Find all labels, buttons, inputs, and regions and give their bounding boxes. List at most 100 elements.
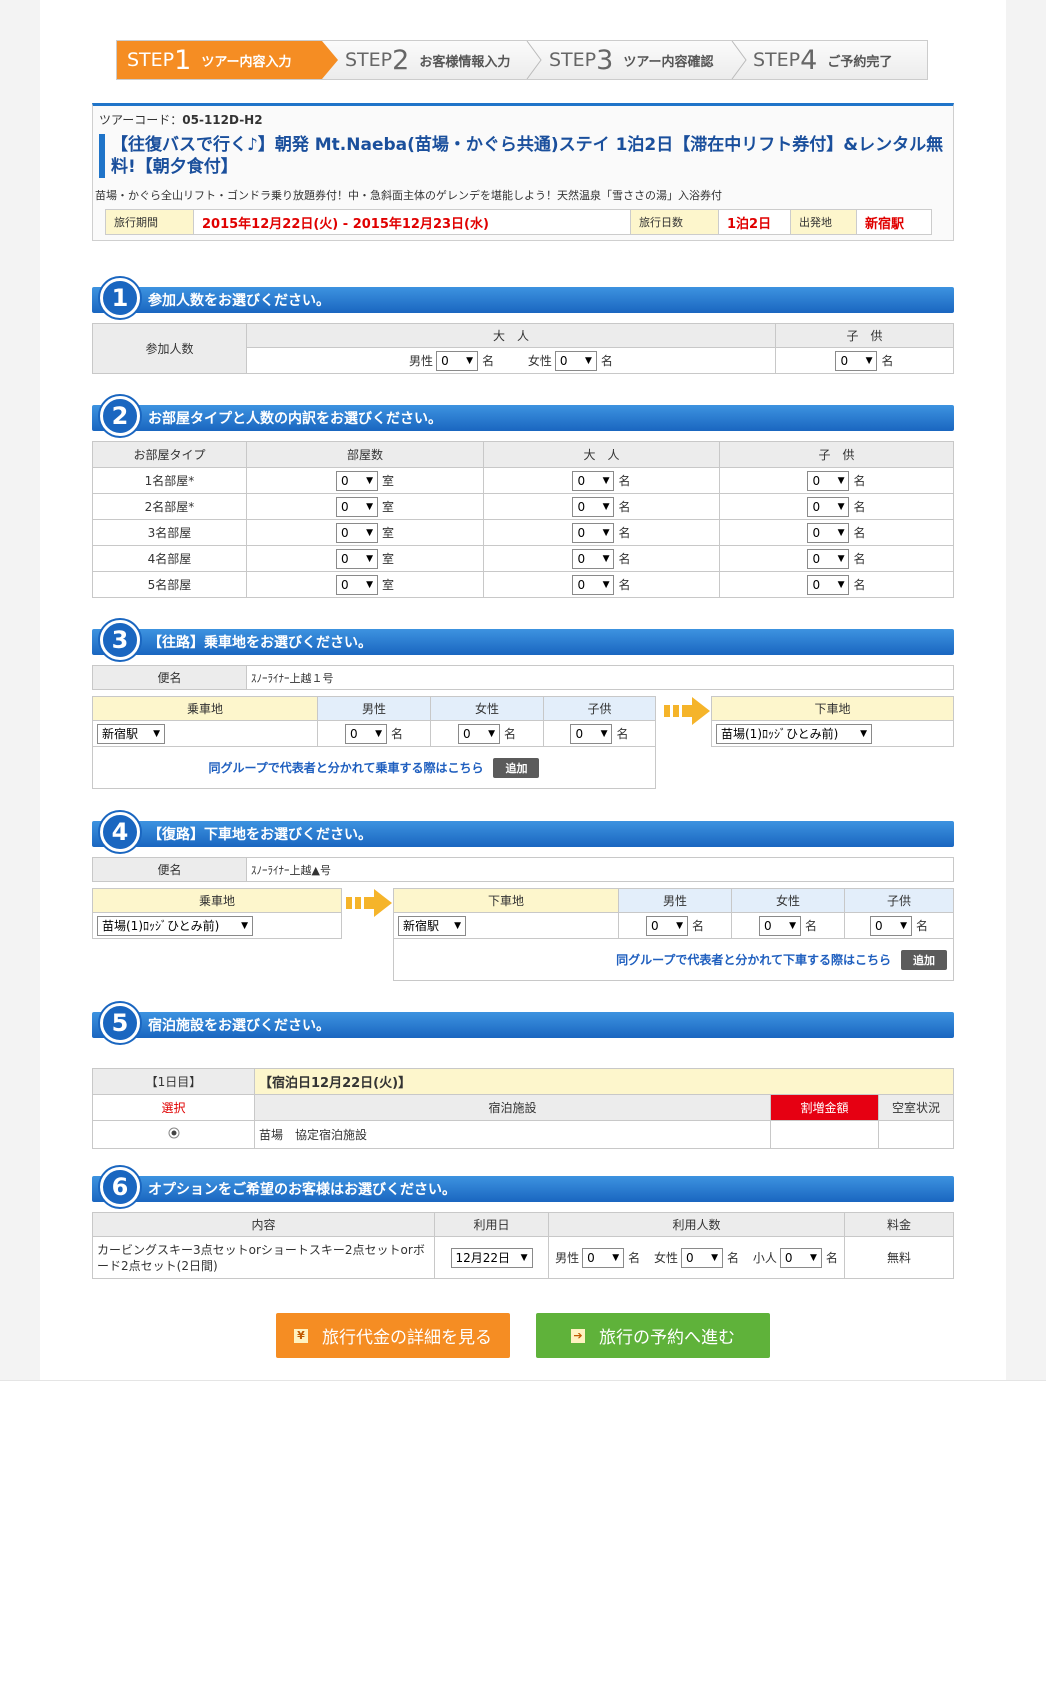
facility-radio[interactable] [168, 1127, 180, 1139]
room-adult-select[interactable]: 0 ▼ [572, 522, 615, 543]
outbound-group-link[interactable]: 同グループで代表者と分かれて乗車する際はこちら [209, 761, 484, 775]
return-group-link[interactable]: 同グループで代表者と分かれて下車する際はこちら [616, 953, 891, 967]
dropdown-arrow-icon: ▼ [466, 355, 474, 366]
room-adult-select[interactable]: 0 ▼ [572, 548, 615, 569]
child-select[interactable]: 0 ▼ [570, 723, 613, 744]
dropdown-arrow-icon: ▼ [366, 501, 373, 512]
section-3-header: 3 【往路】乗車地をお選びください。 [92, 620, 954, 660]
outbound-add-button[interactable]: 追加 [493, 757, 540, 778]
dropdown-arrow-icon: ▼ [366, 579, 373, 590]
child-header: 子供 [844, 888, 954, 913]
section-5-header: 5 宿泊施設をお選びください。 [92, 1003, 954, 1043]
room-child-select[interactable]: 0 ▼ [807, 548, 850, 569]
dropdown-arrow-icon: ▼ [375, 728, 382, 739]
room-count-select[interactable]: 0 ▼ [335, 574, 378, 595]
vacancy-header: 空室状況 [878, 1094, 954, 1121]
tour-meta-table: 旅行期間 2015年12月22日(火) - 2015年12月23日(水) 旅行日… [105, 209, 932, 235]
arrow-right-icon [664, 697, 710, 725]
adult-female-select[interactable]: 0 ▼ [554, 350, 597, 371]
return-bus-table: 便名 ｽﾉｰﾗｲﾅｰ上越▲号 [92, 857, 954, 882]
room-type: 1名部屋* [92, 467, 247, 494]
section-4-header: 4 【復路】下車地をお選びください。 [92, 812, 954, 852]
adult-male-select[interactable]: 0 ▼ [436, 350, 479, 371]
room-child-select[interactable]: 0 ▼ [807, 522, 850, 543]
adult-header: 大 人 [246, 323, 776, 348]
section-2-header: 2 お部屋タイプと人数の内訳をお選びください。 [92, 396, 954, 436]
bus-name-value: ｽﾉｰﾗｲﾅｰ上越１号 [246, 665, 954, 690]
content-header: 内容 [92, 1212, 435, 1237]
room-child-select[interactable]: 0 ▼ [807, 574, 850, 595]
option-date-select[interactable]: 12月22日 ▼ [450, 1247, 533, 1268]
people-header: 利用人数 [548, 1212, 845, 1237]
tour-subtitle: 苗場・かぐら全山リフト・ゴンドラ乗り放題券付！中・急斜面主体のゲレンデを堪能しよ… [95, 189, 722, 202]
bus-name-label: 便名 [92, 857, 247, 882]
dropdown-arrow-icon: ▼ [711, 1252, 718, 1263]
room-row: 4名部屋 0 ▼ 室 0 ▼ 名 0 ▼ 名 [92, 545, 954, 572]
dropdown-arrow-icon: ▼ [602, 475, 610, 486]
boarding-header: 乗車地 [92, 696, 318, 721]
dropdown-arrow-icon: ▼ [809, 1252, 817, 1263]
room-adult-select[interactable]: 0 ▼ [572, 574, 615, 595]
surcharge-header: 割増金額 [770, 1094, 879, 1121]
dropdown-arrow-icon: ▼ [366, 553, 373, 564]
alight-select[interactable]: 新宿駅 ▼ [398, 915, 466, 936]
option-kid-select[interactable]: 0 ▼ [779, 1247, 822, 1268]
room-adult-select[interactable]: 0 ▼ [572, 496, 615, 517]
dropdown-arrow-icon: ▼ [153, 728, 160, 739]
days-label: 旅行日数 [630, 209, 719, 235]
male-header: 男性 [618, 888, 732, 913]
room-count-select[interactable]: 0 ▼ [335, 470, 378, 491]
dropdown-arrow-icon: ▼ [488, 728, 495, 739]
room-count-header: 部屋数 [246, 441, 484, 468]
child-select[interactable]: 0 ▼ [835, 350, 878, 371]
room-count-select[interactable]: 0 ▼ [335, 496, 378, 517]
arrow-right-icon [346, 889, 392, 917]
stay-date: 【宿泊日12月22日(火)】 [254, 1068, 954, 1095]
dropdown-arrow-icon: ▼ [789, 920, 796, 931]
tour-title: 【往復バスで行く♪】朝発 Mt.Naeba(苗場・かぐら共通)ステイ 1泊2日【… [99, 134, 949, 178]
step-1: STEP 1 ツアー内容入力 [117, 41, 322, 79]
section-1-header: 1 参加人数をお選びください。 [92, 278, 954, 318]
room-type: 2名部屋* [92, 493, 247, 520]
departure-value: 新宿駅 [856, 209, 932, 235]
female-select[interactable]: 0 ▼ [457, 723, 500, 744]
alight-select[interactable]: 苗場(1)ﾛｯｼﾞひとみ前) ▼ [716, 723, 872, 744]
boarding-header: 乗車地 [92, 888, 342, 913]
room-row: 1名部屋* 0 ▼ 室 0 ▼ 名 0 ▼ 名 [92, 467, 954, 494]
step-number-badge: 4 [100, 812, 140, 852]
return-add-button[interactable]: 追加 [901, 949, 947, 970]
room-child-select[interactable]: 0 ▼ [807, 496, 850, 517]
adult-header: 大 人 [483, 441, 720, 468]
dropdown-arrow-icon: ▼ [837, 527, 845, 538]
male-select[interactable]: 0 ▼ [645, 915, 688, 936]
dropdown-arrow-icon: ▼ [454, 920, 461, 931]
option-male-select[interactable]: 0 ▼ [582, 1247, 625, 1268]
outbound-alight-table: 下車地 苗場(1)ﾛｯｼﾞひとみ前) ▼ [711, 696, 954, 747]
dropdown-arrow-icon: ▼ [241, 920, 248, 931]
price-detail-button[interactable]: ¥ 旅行代金の詳細を見る [276, 1313, 510, 1358]
child-header: 子 供 [719, 441, 954, 468]
arrow-right-icon: ➔ [571, 1328, 585, 1343]
male-select[interactable]: 0 ▼ [344, 723, 387, 744]
step-arrow-icon [526, 41, 542, 79]
step-number-badge: 5 [100, 1003, 140, 1043]
room-count-select[interactable]: 0 ▼ [335, 522, 378, 543]
female-select[interactable]: 0 ▼ [758, 915, 801, 936]
page-end-divider [0, 1380, 1046, 1381]
boarding-select[interactable]: 苗場(1)ﾛｯｼﾞひとみ前) ▼ [97, 915, 253, 936]
boarding-select[interactable]: 新宿駅 ▼ [97, 723, 165, 744]
room-type: 3名部屋 [92, 519, 247, 546]
room-count-select[interactable]: 0 ▼ [335, 548, 378, 569]
participants-label: 参加人数 [92, 323, 247, 374]
option-female-select[interactable]: 0 ▼ [681, 1247, 723, 1268]
room-child-select[interactable]: 0 ▼ [807, 470, 850, 491]
facility-header: 宿泊施設 [254, 1094, 771, 1121]
departure-label: 出発地 [790, 209, 857, 235]
alight-header: 下車地 [393, 888, 619, 913]
child-select[interactable]: 0 ▼ [869, 915, 912, 936]
proceed-reservation-button[interactable]: ➔ 旅行の予約へ進む [536, 1313, 770, 1358]
surcharge-value [770, 1120, 879, 1149]
room-adult-select[interactable]: 0 ▼ [572, 470, 615, 491]
participants-table: 参加人数 大 人 子 供 男性 0 ▼ 名 女性 0 ▼ 名 0 ▼ 名 [92, 323, 954, 374]
male-header: 男性 [317, 696, 431, 721]
